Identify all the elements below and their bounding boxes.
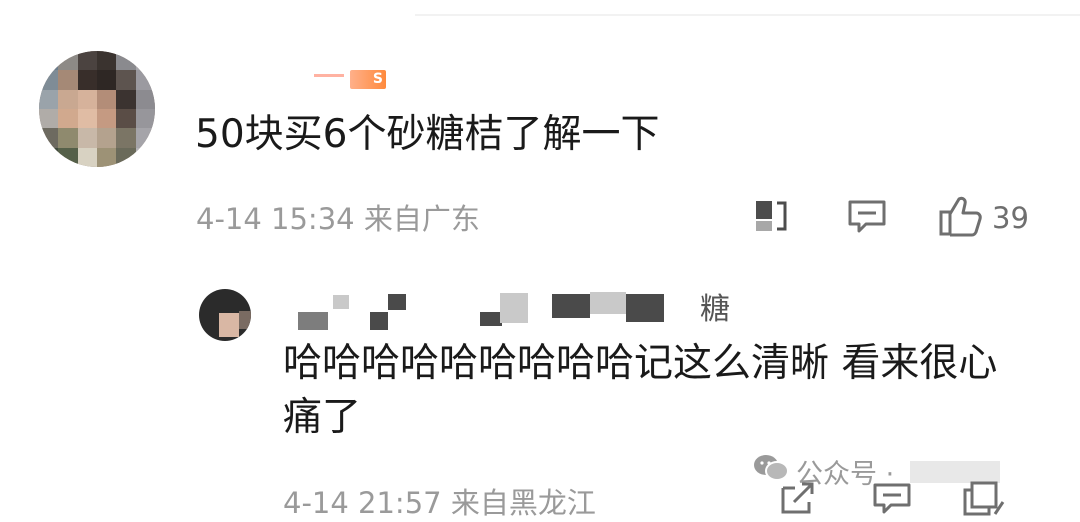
- comment-text: 50块买6个砂糖桔了解一下: [195, 112, 660, 157]
- reply-name-redacted: [590, 292, 626, 314]
- reply-name-redacted: [388, 294, 406, 310]
- reply-share-button[interactable]: [778, 480, 818, 520]
- share-icon: [778, 480, 818, 520]
- reply-name-tail[interactable]: 糖: [700, 284, 730, 328]
- comment-meta: 4-14 15:34 来自广东: [196, 202, 480, 236]
- reply-name-redacted: [370, 312, 388, 330]
- top-divider: [415, 14, 1080, 16]
- commenter-avatar[interactable]: [39, 51, 155, 167]
- like-icon: [962, 478, 1006, 520]
- reply-text: 哈哈哈哈哈哈哈哈哈记这么清晰 看来很心痛了: [283, 341, 998, 440]
- reply-name-redacted: [480, 312, 502, 326]
- reply-name-redacted: [333, 295, 349, 309]
- reply-name-redacted: [500, 293, 528, 323]
- level-badge: S: [350, 70, 386, 89]
- share-icon: [752, 197, 792, 241]
- share-button[interactable]: [752, 197, 792, 241]
- like-button[interactable]: 39: [938, 194, 1029, 242]
- comment-button[interactable]: [846, 197, 888, 241]
- like-count: 39: [992, 201, 1029, 235]
- comment-icon: [846, 197, 888, 241]
- avatar-mosaic: [39, 51, 155, 167]
- commenter-name-redacted[interactable]: [314, 74, 344, 77]
- reply-avatar[interactable]: [199, 289, 251, 341]
- reply-name-redacted: [298, 312, 328, 330]
- reply-name-redacted: [626, 294, 664, 322]
- reply-like-button[interactable]: [962, 478, 1006, 520]
- reply-comment-button[interactable]: [872, 482, 912, 520]
- comment-icon: [872, 482, 912, 520]
- like-icon: [938, 194, 984, 242]
- reply-name-redacted: [552, 294, 590, 318]
